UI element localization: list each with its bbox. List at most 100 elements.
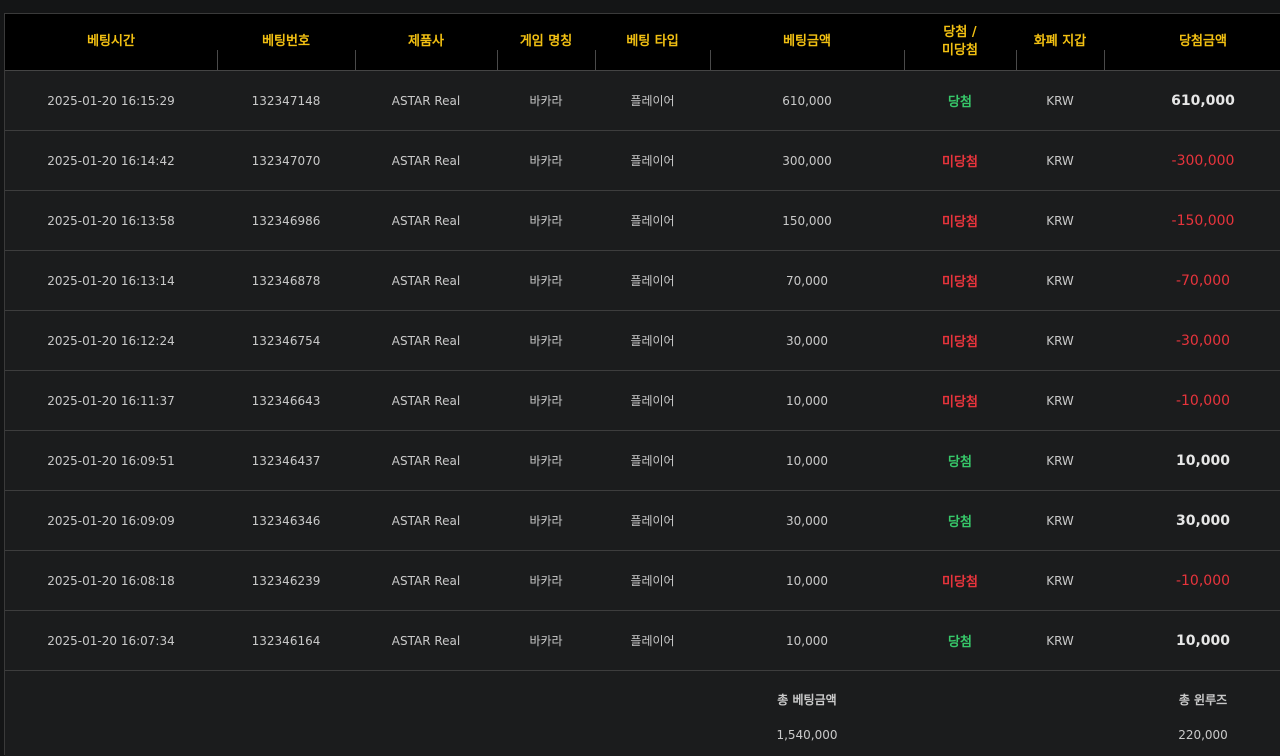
cell-game: 바카라	[529, 274, 563, 288]
column-header-text: 당첨금액	[1179, 33, 1227, 51]
cell-currency: KRW	[1046, 453, 1074, 468]
cell-game: 바카라	[529, 514, 563, 528]
betting-history-page: 베팅시간 베팅번호 제품사 게임 명칭 베팅 타입 베팅금액 당첨 / 미당첨 화폐 지갑 당첨금…	[0, 0, 1280, 756]
cell-bet_no: 132346878	[251, 273, 321, 288]
cell-bet_amount: 30,000	[786, 333, 828, 348]
cell-currency: KRW	[1046, 333, 1074, 348]
cell-currency: KRW	[1046, 573, 1074, 588]
cell-win_amount: -30,000	[1175, 332, 1231, 349]
cell-time: 2025-01-20 16:09:09	[47, 513, 175, 528]
table-footer: 총 베팅금액 1,540,000 총 윈루즈 220,000	[5, 674, 1280, 756]
cell-bet_type: 플레이어	[630, 634, 675, 648]
column-header-label: 화폐 지갑	[1033, 34, 1087, 49]
cell-bet_amount: 70,000	[786, 273, 828, 288]
cell-bet_type: 플레이어	[630, 334, 675, 348]
cell-bet_no: 132346986	[251, 213, 321, 228]
cell-result: 미당첨	[942, 215, 978, 230]
cell-win_amount: -10,000	[1175, 572, 1231, 589]
column-header-label: 베팅시간	[87, 34, 135, 49]
table-row[interactable]: 2025-01-20 16:09:51 132346437 ASTAR Real 바카…	[5, 431, 1280, 491]
cell-bet_type: 플레이어	[630, 274, 675, 288]
column-header-label-line2: 미당첨	[942, 43, 978, 58]
header-divider	[355, 50, 356, 70]
column-header-text: 게임 명칭	[520, 33, 572, 51]
table-row[interactable]: 2025-01-20 16:15:29 132347148 ASTAR Real 바카…	[5, 71, 1280, 131]
column-header-provider: 제품사	[355, 14, 497, 70]
cell-time: 2025-01-20 16:08:18	[47, 573, 175, 588]
table-row[interactable]: 2025-01-20 16:12:24 132346754 ASTAR Real 바카…	[5, 311, 1280, 371]
column-header-label: 제품사	[408, 34, 444, 49]
cell-bet_type: 플레이어	[630, 514, 675, 528]
cell-bet_type: 플레이어	[630, 574, 675, 588]
cell-provider: ASTAR Real	[391, 93, 461, 108]
column-header-win_amount: 당첨금액	[1104, 14, 1280, 70]
table-row[interactable]: 2025-01-20 16:09:09 132346346 ASTAR Real 바카…	[5, 491, 1280, 551]
cell-currency: KRW	[1046, 633, 1074, 648]
cell-time: 2025-01-20 16:15:29	[47, 93, 175, 108]
cell-time: 2025-01-20 16:14:42	[47, 153, 175, 168]
cell-provider: ASTAR Real	[391, 513, 461, 528]
table-row[interactable]: 2025-01-20 16:08:18 132346239 ASTAR Real 바카…	[5, 551, 1280, 611]
table-row[interactable]: 2025-01-20 16:11:37 132346643 ASTAR Real 바카…	[5, 371, 1280, 431]
cell-bet_amount: 150,000	[782, 213, 832, 228]
table-row[interactable]: 2025-01-20 16:13:14 132346878 ASTAR Real 바카…	[5, 251, 1280, 311]
cell-time: 2025-01-20 16:13:58	[47, 213, 175, 228]
table-row[interactable]: 2025-01-20 16:07:34 132346164 ASTAR Real 바카…	[5, 611, 1280, 671]
cell-bet_amount: 300,000	[782, 153, 832, 168]
cell-bet_type: 플레이어	[630, 454, 675, 468]
cell-time: 2025-01-20 16:13:14	[47, 273, 175, 288]
cell-bet_no: 132347070	[251, 153, 321, 168]
column-header-text: 베팅금액	[783, 33, 831, 51]
cell-win_amount: -10,000	[1175, 392, 1231, 409]
column-header-label: 당첨금액	[1179, 34, 1227, 49]
cell-currency: KRW	[1046, 273, 1074, 288]
column-header-result: 당첨 / 미당첨	[904, 14, 1016, 70]
column-header-label: 당첨 /	[943, 25, 977, 40]
cell-win_amount: -150,000	[1171, 212, 1235, 229]
table-header: 베팅시간 베팅번호 제품사 게임 명칭 베팅 타입 베팅금액 당첨 / 미당첨 화폐 지갑 당첨금…	[5, 14, 1280, 71]
cell-bet_amount: 10,000	[786, 453, 828, 468]
cell-win_amount: -300,000	[1171, 152, 1235, 169]
column-header-text: 베팅시간	[87, 33, 135, 51]
cell-provider: ASTAR Real	[391, 333, 461, 348]
cell-bet_type: 플레이어	[630, 94, 675, 108]
cell-game: 바카라	[529, 154, 563, 168]
column-header-currency: 화폐 지갑	[1016, 14, 1104, 70]
cell-provider: ASTAR Real	[391, 213, 461, 228]
cell-bet_no: 132346239	[251, 573, 321, 588]
cell-bet_amount: 30,000	[786, 513, 828, 528]
cell-time: 2025-01-20 16:12:24	[47, 333, 175, 348]
header-divider	[710, 50, 711, 70]
cell-result: 당첨	[948, 635, 972, 650]
cell-game: 바카라	[529, 334, 563, 348]
total-bet-label: 총 베팅금액	[777, 692, 837, 707]
cell-bet_amount: 10,000	[786, 633, 828, 648]
cell-result: 당첨	[948, 515, 972, 530]
header-divider	[904, 50, 905, 70]
cell-bet_no: 132346164	[251, 633, 321, 648]
cell-game: 바카라	[529, 94, 563, 108]
cell-win_amount: 10,000	[1175, 452, 1231, 469]
total-winloss-label: 총 윈루즈	[1178, 692, 1228, 707]
cell-bet_type: 플레이어	[630, 154, 675, 168]
cell-win_amount: 30,000	[1175, 512, 1231, 529]
cell-provider: ASTAR Real	[391, 453, 461, 468]
cell-bet_no: 132346346	[251, 513, 321, 528]
cell-provider: ASTAR Real	[391, 273, 461, 288]
column-header-game: 게임 명칭	[497, 14, 595, 70]
cell-currency: KRW	[1046, 513, 1074, 528]
cell-time: 2025-01-20 16:09:51	[47, 453, 175, 468]
cell-game: 바카라	[529, 574, 563, 588]
cell-bet_no: 132346643	[251, 393, 321, 408]
cell-bet_type: 플레이어	[630, 394, 675, 408]
cell-result: 미당첨	[942, 335, 978, 350]
cell-game: 바카라	[529, 394, 563, 408]
cell-bet_amount: 610,000	[782, 93, 832, 108]
cell-result: 당첨	[948, 95, 972, 110]
column-header-text: 베팅 타입	[626, 33, 678, 51]
cell-bet_no: 132346437	[251, 453, 321, 468]
cell-game: 바카라	[529, 454, 563, 468]
table-row[interactable]: 2025-01-20 16:14:42 132347070 ASTAR Real 바카…	[5, 131, 1280, 191]
cell-provider: ASTAR Real	[391, 573, 461, 588]
table-row[interactable]: 2025-01-20 16:13:58 132346986 ASTAR Real 바카…	[5, 191, 1280, 251]
